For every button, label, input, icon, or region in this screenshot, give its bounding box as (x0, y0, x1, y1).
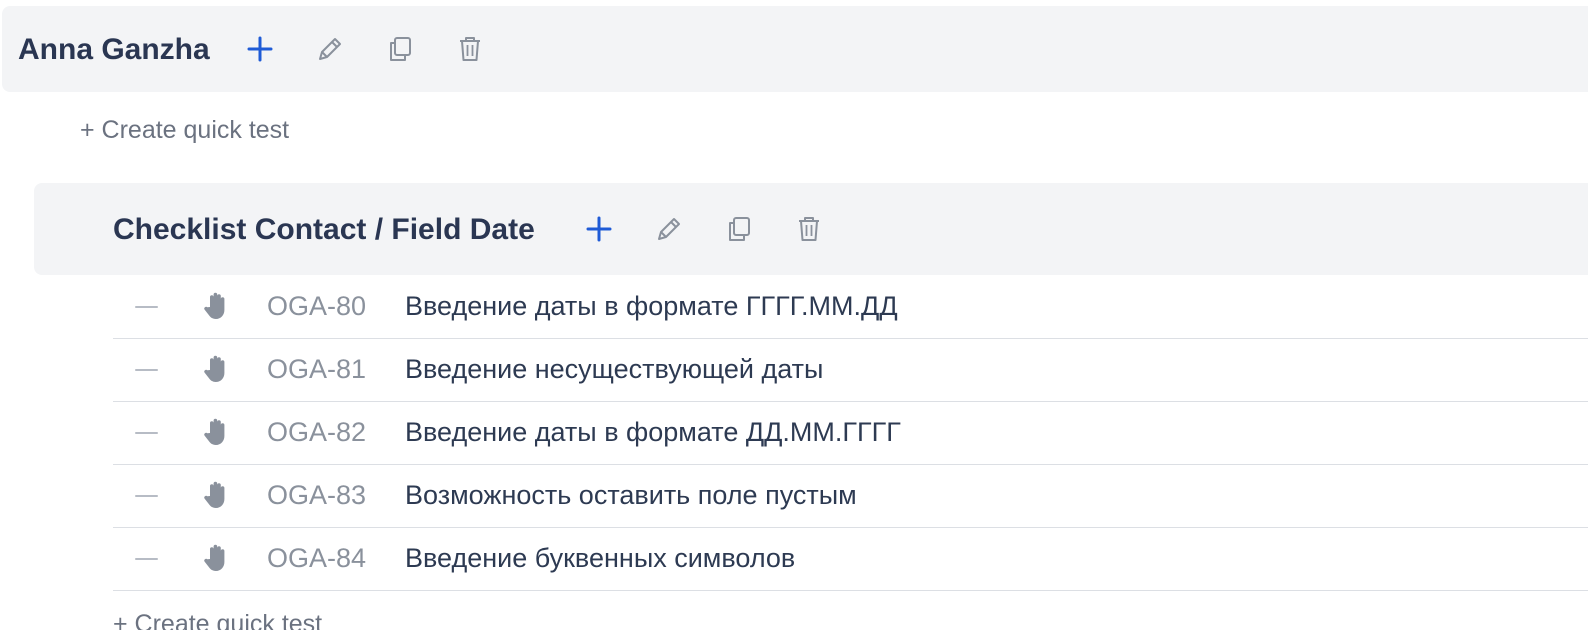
create-quick-test-link[interactable]: + Create quick test (113, 608, 322, 630)
add-icon[interactable] (243, 32, 277, 66)
test-key[interactable]: OGA-80 (267, 289, 366, 323)
subfolder-title: Checklist Contact / Field Date (113, 213, 535, 246)
test-key[interactable]: OGA-81 (267, 352, 366, 386)
edit-icon[interactable] (652, 212, 686, 246)
folder-title: Anna Ganzha (18, 33, 210, 66)
test-name[interactable]: Введение буквенных символов (405, 541, 795, 575)
test-key[interactable]: OGA-82 (267, 415, 366, 449)
add-icon[interactable] (582, 212, 616, 246)
edit-icon[interactable] (313, 32, 347, 66)
copy-icon[interactable] (383, 32, 417, 66)
test-key[interactable]: OGA-84 (267, 541, 366, 575)
manual-test-icon (204, 292, 225, 319)
test-name[interactable]: Возможность оставить поле пустым (405, 478, 857, 512)
copy-icon[interactable] (722, 212, 756, 246)
test-name[interactable]: Введение даты в формате ГГГГ.ММ.ДД (405, 289, 898, 323)
drag-handle-dash[interactable] (135, 495, 158, 497)
create-quick-test-link[interactable]: + Create quick test (80, 114, 289, 146)
manual-test-icon (204, 418, 225, 445)
test-key[interactable]: OGA-83 (267, 478, 366, 512)
test-name[interactable]: Введение даты в формате ДД.ММ.ГГГГ (405, 415, 901, 449)
test-row[interactable]: OGA-83 Возможность оставить поле пустым (113, 465, 1588, 528)
manual-test-icon (204, 544, 225, 571)
test-row[interactable]: OGA-81 Введение несуществующей даты (113, 339, 1588, 402)
test-row[interactable]: OGA-82 Введение даты в формате ДД.ММ.ГГГ… (113, 402, 1588, 465)
drag-handle-dash[interactable] (135, 369, 158, 371)
delete-icon[interactable] (453, 32, 487, 66)
folder-header (2, 6, 1588, 92)
test-row[interactable]: OGA-84 Введение буквенных символов (113, 528, 1588, 591)
test-tree: Anna Ganzha + Create quick test Checklis… (0, 0, 1588, 630)
drag-handle-dash[interactable] (135, 558, 158, 560)
test-name[interactable]: Введение несуществующей даты (405, 352, 823, 386)
test-row[interactable]: OGA-80 Введение даты в формате ГГГГ.ММ.Д… (113, 276, 1588, 339)
delete-icon[interactable] (792, 212, 826, 246)
manual-test-icon (204, 355, 225, 382)
drag-handle-dash[interactable] (135, 306, 158, 308)
manual-test-icon (204, 481, 225, 508)
drag-handle-dash[interactable] (135, 432, 158, 434)
